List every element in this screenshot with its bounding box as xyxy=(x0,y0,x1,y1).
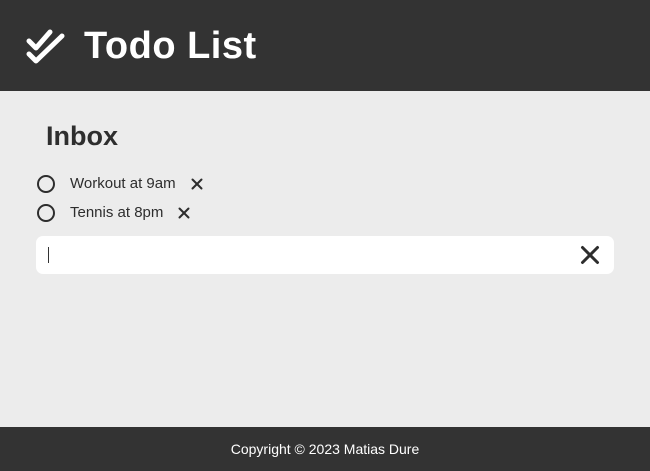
close-icon xyxy=(178,207,190,218)
app-title: Todo List xyxy=(84,24,257,67)
section-title: Inbox xyxy=(46,121,118,151)
close-icon xyxy=(191,178,203,189)
app-footer: Copyright © 2023 Matias Dure xyxy=(0,427,650,471)
todo-text: Workout at 9am xyxy=(70,175,176,192)
delete-todo-button[interactable] xyxy=(177,206,191,220)
close-icon xyxy=(581,246,599,264)
double-check-icon xyxy=(26,26,66,66)
text-cursor xyxy=(48,247,49,263)
new-todo-input[interactable] xyxy=(51,243,578,267)
copyright-text: Copyright © 2023 Matias Dure xyxy=(230,441,420,457)
todo-item: Workout at 9am xyxy=(36,169,614,198)
todo-checkbox[interactable] xyxy=(37,174,55,193)
app-header: Todo List xyxy=(0,0,650,91)
new-todo-field xyxy=(36,236,614,274)
main-content: Inbox Workout at 9am Tennis at 8pm xyxy=(0,91,650,427)
delete-todo-button[interactable] xyxy=(190,177,204,191)
todo-text: Tennis at 8pm xyxy=(70,204,164,221)
todo-list: Workout at 9am Tennis at 8pm xyxy=(36,169,614,227)
todo-item: Tennis at 8pm xyxy=(36,198,614,227)
clear-input-button[interactable] xyxy=(578,243,602,267)
todo-checkbox[interactable] xyxy=(37,203,55,222)
